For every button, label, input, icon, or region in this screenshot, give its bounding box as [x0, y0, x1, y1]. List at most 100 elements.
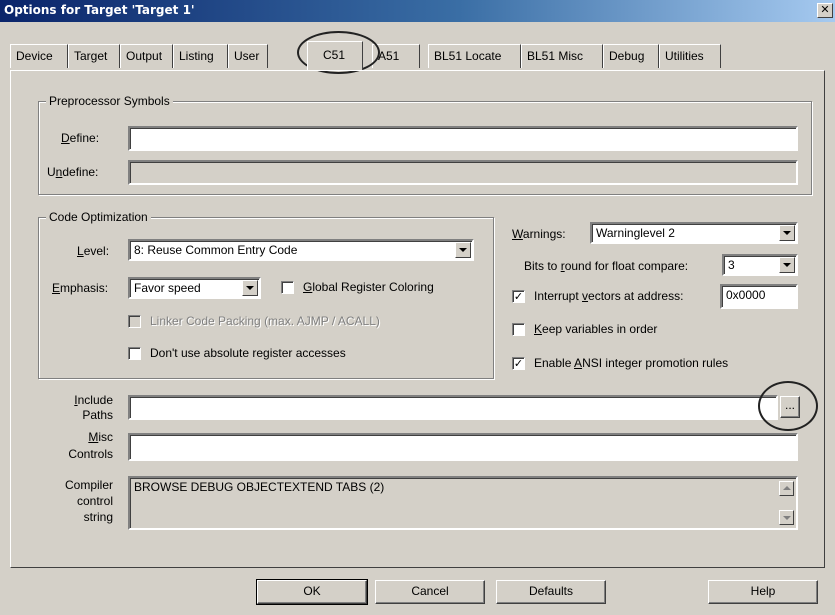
warnings-label: Warnings: — [512, 227, 566, 241]
chevron-down-icon — [783, 516, 791, 520]
absolute-register-label: Don't use absolute register accesses — [150, 346, 346, 360]
check-icon: ✓ — [513, 290, 524, 303]
undefine-label: Undefine: — [47, 165, 98, 179]
emphasis-value: Favor speed — [134, 281, 201, 295]
chevron-down-icon[interactable] — [242, 280, 258, 296]
tab-label: Debug — [609, 49, 645, 63]
misc-controls-label: Misc — [65, 430, 113, 444]
global-register-coloring-checkbox[interactable] — [281, 281, 294, 294]
misc-label-text: isc — [98, 430, 113, 444]
warnings-label-text: arnings: — [522, 227, 566, 241]
interrupt-vectors-checkbox[interactable]: ✓ — [512, 290, 525, 303]
tab-label: Utilities — [665, 49, 704, 63]
tab-bl51-misc[interactable]: BL51 Misc — [521, 44, 603, 68]
close-button[interactable]: ✕ — [817, 3, 833, 18]
misc-label-mnemonic: M — [88, 430, 99, 444]
code-optimization-group-title: Code Optimization — [46, 210, 151, 224]
interrupt-vectors-label: Interrupt vectors at address: — [534, 289, 683, 303]
tab-label: Output — [126, 49, 163, 63]
close-icon: ✕ — [820, 3, 830, 16]
tab-label: BL51 Misc — [527, 49, 584, 63]
check-icon: ✓ — [513, 357, 524, 370]
interrupt-label-text-2: ectors at address: — [588, 289, 684, 303]
tab-label: A51 — [378, 49, 400, 63]
include-label-text: nclude — [77, 393, 113, 407]
ansi-label-text-1: Enable — [534, 356, 575, 370]
emphasis-label: Emphasis: — [52, 281, 108, 295]
warnings-value: Warninglevel 2 — [596, 226, 675, 240]
title-bar: Options for Target 'Target 1' ✕ — [0, 0, 835, 22]
chevron-down-icon[interactable] — [779, 225, 795, 241]
tab-label: Device — [16, 49, 53, 63]
tab-device[interactable]: Device — [10, 44, 68, 68]
global-reg-mnemonic: G — [303, 280, 313, 294]
undefine-input — [128, 160, 798, 185]
ansi-label-text-2: NSI integer promotion rules — [582, 356, 729, 370]
highlight-circle-browse — [758, 381, 818, 431]
tab-output[interactable]: Output — [120, 44, 173, 68]
keep-variables-checkbox[interactable] — [512, 323, 525, 336]
chevron-down-icon[interactable] — [455, 242, 471, 258]
level-label-text: evel: — [83, 244, 110, 258]
keep-vars-mnemonic: K — [534, 322, 543, 336]
warnings-dropdown[interactable]: Warninglevel 2 — [590, 222, 798, 244]
tab-bl51-locate[interactable]: BL51 Locate — [428, 44, 521, 68]
linker-code-packing-label: Linker Code Packing (max. AJMP / ACALL) — [150, 314, 380, 328]
linker-code-packing-checkbox — [128, 315, 141, 328]
bits-label-text-1: Bits to — [524, 259, 561, 273]
tab-c51[interactable]: C51 — [307, 41, 363, 70]
define-label: Define: — [61, 131, 99, 145]
chevron-up-icon — [783, 486, 791, 490]
ansi-promotion-label: Enable ANSI integer promotion rules — [534, 356, 728, 370]
bits-value: 3 — [728, 258, 735, 272]
level-label-mnemonic: L — [77, 244, 84, 258]
compiler-control-string: BROWSE DEBUG OBJECTEXTEND TABS (2) — [128, 476, 798, 530]
compiler-control-label-3: string — [83, 510, 113, 524]
tab-debug[interactable]: Debug — [603, 44, 659, 68]
keep-vars-text: eep variables in order — [542, 322, 658, 336]
scroll-up-button[interactable] — [779, 481, 794, 496]
help-button[interactable]: Help — [708, 580, 818, 604]
include-paths-label: Include — [65, 393, 113, 407]
bits-round-dropdown[interactable]: 3 — [722, 254, 798, 276]
define-label-mnemonic: D — [61, 131, 70, 145]
tab-listing[interactable]: Listing — [173, 44, 228, 68]
global-reg-text: lobal Register Coloring — [312, 280, 434, 294]
warnings-label-mnemonic: W — [512, 227, 523, 241]
tab-label: User — [234, 49, 260, 63]
level-label: Level: — [77, 244, 109, 258]
chevron-down-icon[interactable] — [779, 257, 795, 273]
tab-label: Listing — [179, 49, 214, 63]
emphasis-dropdown[interactable]: Favor speed — [128, 277, 261, 299]
scroll-down-button[interactable] — [779, 510, 794, 525]
ansi-label-mnemonic: A — [574, 356, 583, 370]
absolute-register-checkbox[interactable] — [128, 347, 141, 360]
level-value: 8: Reuse Common Entry Code — [134, 243, 298, 257]
bits-round-label: Bits to round for float compare: — [524, 259, 688, 273]
compiler-control-label-2: control — [76, 494, 113, 508]
tab-label: C51 — [323, 48, 346, 62]
compiler-control-label-1: Compiler — [64, 478, 113, 492]
tab-utilities[interactable]: Utilities — [659, 44, 721, 68]
misc-controls-input[interactable] — [128, 433, 798, 461]
preprocessor-group-title: Preprocessor Symbols — [46, 94, 173, 108]
level-dropdown[interactable]: 8: Reuse Common Entry Code — [128, 239, 474, 261]
interrupt-address-input[interactable]: 0x0000 — [720, 284, 798, 309]
ansi-promotion-checkbox[interactable]: ✓ — [512, 357, 525, 370]
include-paths-input[interactable] — [128, 395, 778, 420]
keep-variables-label: Keep variables in order — [534, 322, 657, 336]
tab-user[interactable]: User — [228, 44, 268, 68]
tab-label: BL51 Locate — [434, 49, 502, 63]
cancel-button[interactable]: Cancel — [375, 580, 485, 604]
tab-target[interactable]: Target — [68, 44, 120, 68]
define-input[interactable] — [128, 126, 798, 151]
bits-label-text-2: ound for float compare: — [564, 259, 689, 273]
tab-label: Target — [74, 49, 108, 63]
window-title: Options for Target 'Target 1' — [4, 3, 195, 17]
define-label-text: efine: — [69, 131, 100, 145]
undefine-label-text-2: define: — [62, 165, 99, 179]
undefine-label-text-1: U — [47, 165, 56, 179]
ok-button[interactable]: OK — [256, 579, 368, 605]
misc-controls-label-2: Controls — [68, 447, 113, 461]
defaults-button[interactable]: Defaults — [496, 580, 606, 604]
